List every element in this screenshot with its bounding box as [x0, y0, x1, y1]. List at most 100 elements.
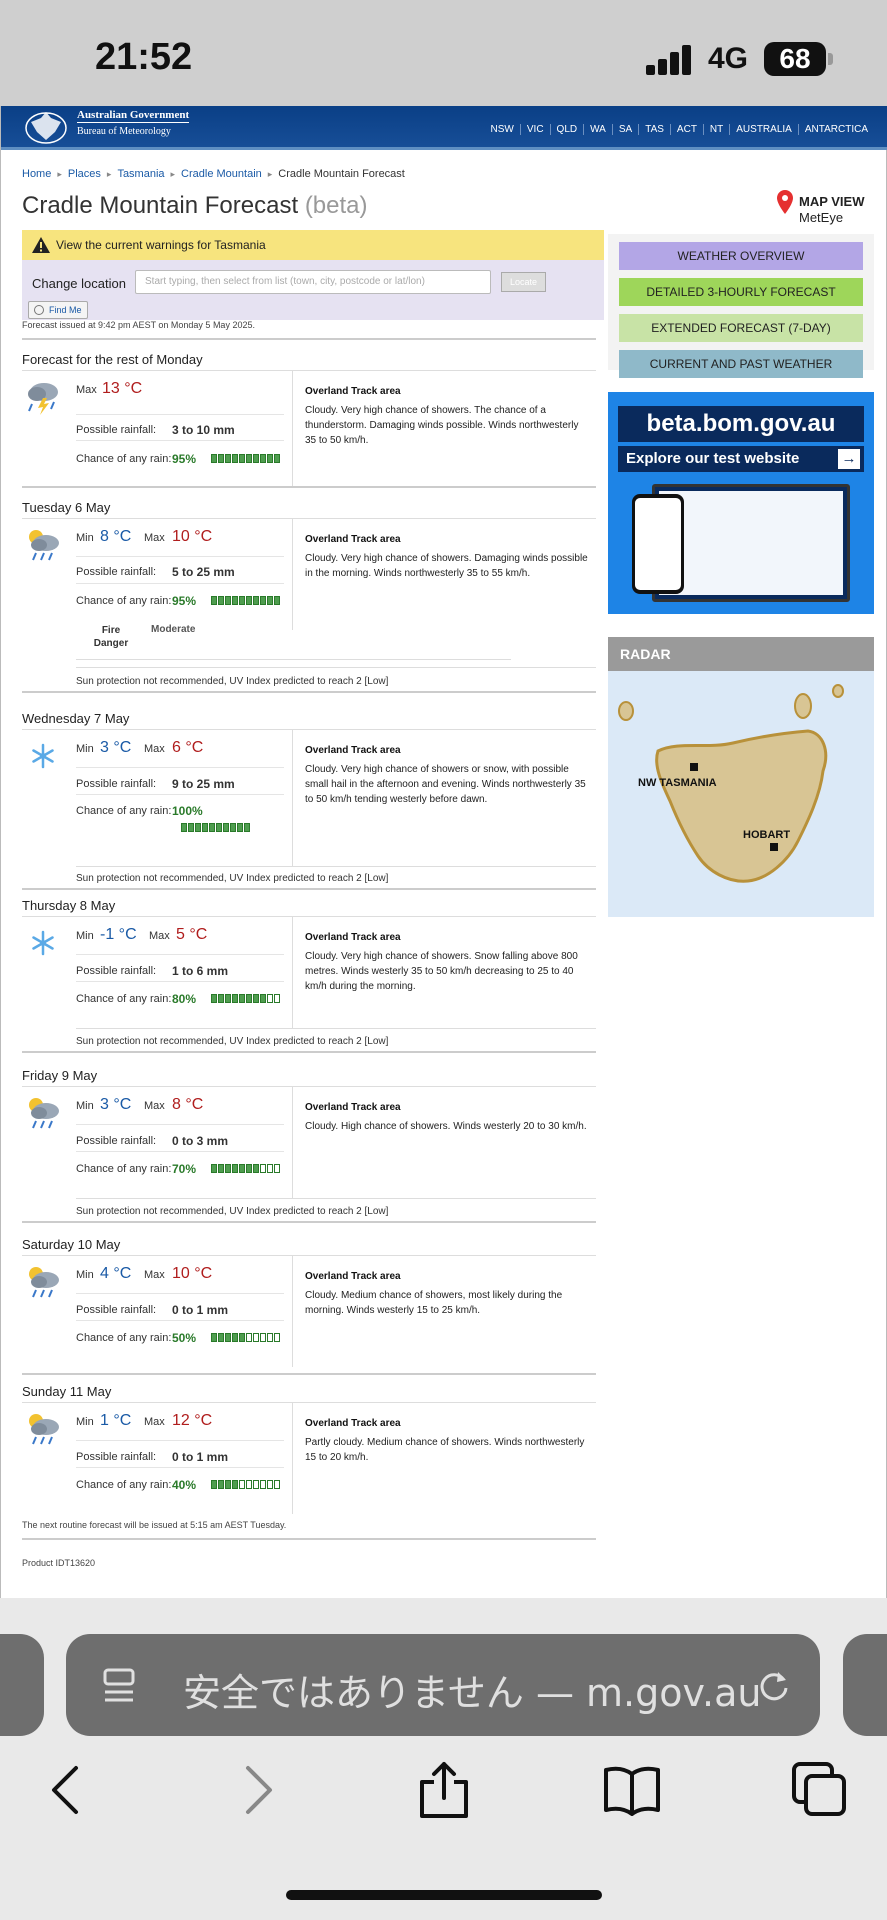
arrow-right-icon: → — [838, 449, 860, 469]
rain-chance-segment — [232, 994, 238, 1003]
issued-text: Forecast issued at 9:42 pm AEST on Monda… — [22, 320, 255, 330]
rain-chance-segment — [232, 1164, 238, 1173]
reload-icon[interactable] — [756, 1668, 792, 1704]
gov-line2[interactable]: Bureau of Meteorology — [77, 126, 171, 137]
chance-value: 70% — [172, 1162, 197, 1176]
nav-nt[interactable]: NT — [702, 124, 729, 135]
max-label: Max — [144, 1269, 165, 1281]
min-label: Min — [76, 1416, 94, 1428]
min-temp: 3 °C — [100, 1096, 132, 1113]
back-icon[interactable] — [36, 1760, 96, 1820]
rainfall-label: Possible rainfall: — [76, 566, 157, 578]
area-title: Overland Track area — [305, 1418, 401, 1429]
rain-chance-segment — [267, 1480, 273, 1489]
max-temp: 12 °C — [172, 1412, 213, 1429]
breadcrumb: Home ▸ Places ▸ Tasmania ▸ Cradle Mountain ▸ Cra… — [22, 168, 405, 180]
nav-sa[interactable]: SA — [611, 124, 638, 135]
day-name: Saturday 10 May — [22, 1237, 121, 1252]
crumb-places[interactable]: Places — [68, 168, 101, 180]
forecast-day: Saturday 10 May Min 4 °C Max 10 °C Possi… — [22, 1237, 596, 1377]
chance-value: 50% — [172, 1331, 197, 1345]
page-menu-icon[interactable] — [102, 1668, 136, 1704]
url-text[interactable]: 安全ではありません — m.gov.au — [183, 1662, 761, 1717]
tabs-icon[interactable] — [790, 1760, 850, 1820]
rain-chance-segment — [246, 1480, 252, 1489]
nav-extended-forecast[interactable]: EXTENDED FORECAST (7-DAY) — [619, 314, 863, 342]
map-view-link[interactable]: MAP VIEW MetEye — [777, 190, 877, 226]
nav-wa[interactable]: WA — [583, 124, 612, 135]
rain-chance-segment — [230, 823, 236, 832]
divider — [76, 1293, 284, 1294]
nav-act[interactable]: ACT — [669, 124, 703, 135]
crumb-cradle-mountain[interactable]: Cradle Mountain — [181, 168, 262, 180]
fire-danger-label: Fire Danger — [93, 625, 129, 649]
crumb-home[interactable]: Home — [22, 168, 51, 180]
rain-chance-segment — [225, 1164, 231, 1173]
beta-promo-banner[interactable]: beta.bom.gov.au Explore our test website… — [608, 392, 874, 614]
rain-chance-segment — [195, 823, 201, 832]
location-search-input[interactable]: Start typing, then select from list (tow… — [135, 270, 491, 294]
rain-chance-bar — [181, 823, 250, 832]
warnings-bar[interactable]: View the current warnings for Tasmania — [22, 230, 604, 260]
divider — [76, 440, 284, 441]
share-icon[interactable] — [414, 1760, 474, 1820]
rain-chance-segment — [225, 1480, 231, 1489]
rain-chance-segment — [274, 1164, 280, 1173]
divider — [22, 729, 596, 730]
forward-icon[interactable] — [228, 1760, 288, 1820]
rain-chance-segment — [218, 596, 224, 605]
snow-icon — [32, 743, 54, 769]
rain-chance-segment — [246, 1164, 252, 1173]
max-label: Max — [149, 930, 170, 942]
find-me-button[interactable]: Find Me — [28, 301, 88, 319]
max-temp: 5 °C — [176, 926, 208, 943]
previous-tab-preview[interactable] — [0, 1634, 44, 1736]
column-divider — [292, 518, 293, 630]
radar-panel[interactable]: RADAR NW TASMANIA HOBART — [608, 637, 874, 917]
nav-nsw[interactable]: NSW — [485, 124, 520, 135]
nav-current-past-weather[interactable]: CURRENT AND PAST WEATHER — [619, 350, 863, 378]
chance-value: 80% — [172, 992, 197, 1006]
snow-icon — [32, 930, 54, 956]
crumb-tasmania[interactable]: Tasmania — [117, 168, 164, 180]
nav-3-hourly-forecast[interactable]: DETAILED 3-HOURLY FORECAST — [619, 278, 863, 306]
column-divider — [292, 1086, 293, 1198]
divider — [22, 1373, 596, 1375]
rain-chance-segment — [274, 454, 280, 463]
chance-label: Chance of any rain: — [76, 1332, 172, 1344]
locate-button[interactable]: Locate — [501, 272, 546, 292]
map-pin-icon — [777, 190, 793, 214]
nav-vic[interactable]: VIC — [519, 124, 550, 135]
warnings-link[interactable]: View the current warnings for Tasmania — [56, 238, 266, 252]
rainfall-label: Possible rainfall: — [76, 1135, 157, 1147]
next-tab-preview[interactable] — [843, 1634, 887, 1736]
nav-antarctica[interactable]: ANTARCTICA — [797, 124, 874, 135]
nav-qld[interactable]: QLD — [549, 124, 584, 135]
uv-text: Sun protection not recommended, UV Index… — [76, 1206, 389, 1217]
nav-tas[interactable]: TAS — [638, 124, 670, 135]
divider — [76, 1124, 284, 1125]
rain-chance-segment — [232, 1333, 238, 1342]
bookmarks-icon[interactable] — [602, 1760, 662, 1820]
address-bar[interactable]: 安全ではありません — m.gov.au — [66, 1634, 820, 1736]
column-divider — [292, 1255, 293, 1367]
chance-label: Chance of any rain: — [76, 805, 172, 817]
nav-weather-overview[interactable]: WEATHER OVERVIEW — [619, 242, 863, 270]
rain-chance-segment — [246, 454, 252, 463]
divider — [22, 916, 596, 917]
radar-marker — [770, 843, 778, 851]
forecast-text: Cloudy. Very high chance of showers. Dam… — [305, 553, 588, 579]
chance-value: 95% — [172, 452, 197, 466]
nav-australia[interactable]: AUSTRALIA — [729, 124, 798, 135]
gov-line1[interactable]: Australian Government — [77, 109, 190, 123]
rain-chance-segment — [253, 1333, 259, 1342]
rain-chance-segment — [211, 454, 217, 463]
divider — [22, 370, 596, 371]
fire-danger: Fire Danger Moderate — [76, 620, 511, 660]
max-label: Max — [144, 1100, 165, 1112]
min-label: Min — [76, 532, 94, 544]
rain-chance-segment — [239, 596, 245, 605]
title-beta: (beta) — [304, 192, 368, 219]
min-label: Min — [76, 1269, 94, 1281]
min-temp: 8 °C — [100, 528, 132, 545]
